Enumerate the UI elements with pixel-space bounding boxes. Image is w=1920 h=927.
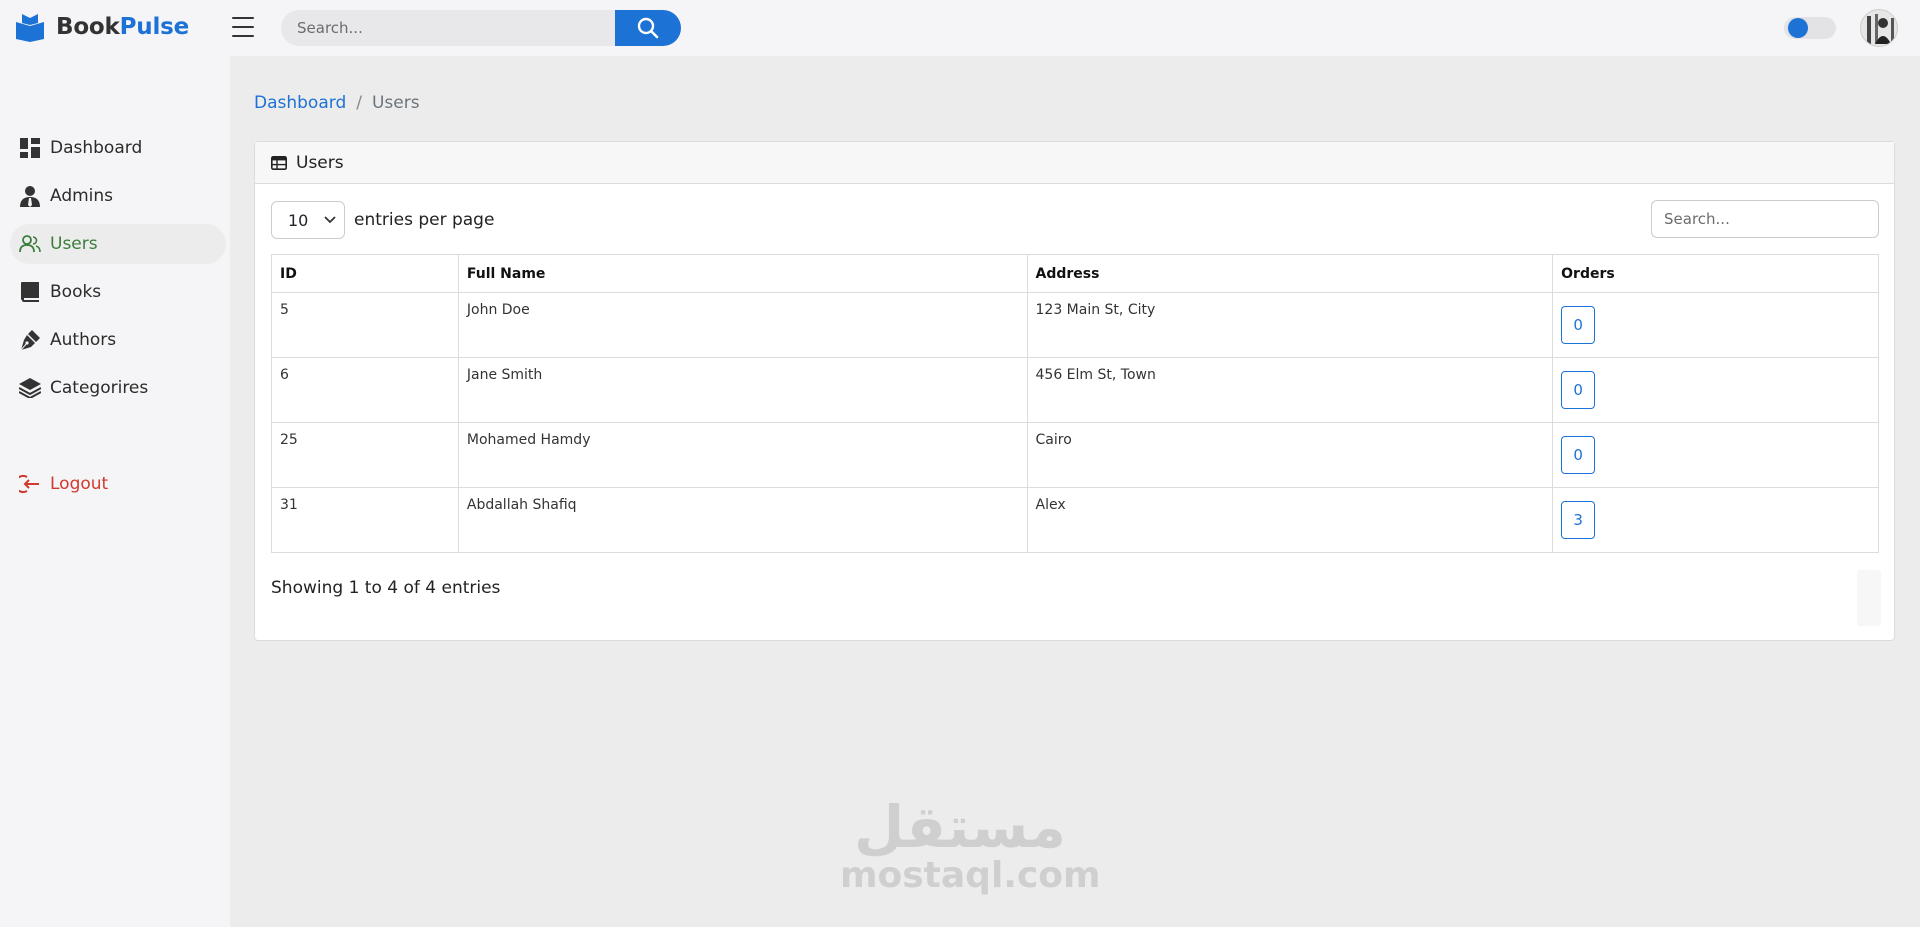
breadcrumb-home-link[interactable]: Dashboard bbox=[254, 93, 346, 113]
cell-full-name: John Doe bbox=[457, 292, 1028, 358]
watermark-arabic: مستقل bbox=[853, 793, 1067, 861]
cell-address: 123 Main St, City bbox=[1026, 292, 1554, 358]
header-search-button[interactable] bbox=[615, 10, 681, 46]
cell-full-name: Mohamed Hamdy bbox=[457, 422, 1028, 488]
cell-orders: 0 bbox=[1552, 422, 1879, 488]
header-search bbox=[281, 10, 681, 46]
users-table: ID Full Name Address Orders 5 John Doe 1… bbox=[271, 254, 1879, 553]
sidebar-item-dashboard[interactable]: Dashboard bbox=[10, 128, 226, 168]
book-icon bbox=[19, 281, 41, 303]
column-header-orders[interactable]: Orders bbox=[1552, 254, 1879, 293]
entries-per-page-select[interactable]: 10 bbox=[271, 201, 345, 239]
sidebar-item-users[interactable]: Users bbox=[10, 224, 226, 264]
menu-toggle-icon[interactable] bbox=[232, 17, 254, 37]
cell-address: 456 Elm St, Town bbox=[1026, 357, 1554, 423]
sidebar-item-label: Authors bbox=[50, 330, 117, 350]
cell-id: 31 bbox=[271, 487, 459, 553]
top-header: BookPulse bbox=[0, 0, 1920, 56]
breadcrumb-separator: / bbox=[356, 93, 362, 113]
sidebar-item-admins[interactable]: Admins bbox=[10, 176, 226, 216]
brand-logo[interactable]: BookPulse bbox=[14, 12, 189, 42]
theme-toggle[interactable] bbox=[1784, 17, 1836, 39]
cell-orders: 3 bbox=[1552, 487, 1879, 553]
users-card: Users 10 entries per page ID Full Name A… bbox=[254, 141, 1895, 641]
brand-name: BookPulse bbox=[56, 14, 190, 40]
table-info: Showing 1 to 4 of 4 entries bbox=[271, 578, 501, 598]
entries-per-page-label: entries per page bbox=[354, 210, 495, 230]
orders-button[interactable]: 0 bbox=[1561, 371, 1596, 409]
orders-button[interactable]: 3 bbox=[1561, 501, 1596, 539]
sidebar-item-categories[interactable]: Categorires bbox=[10, 368, 226, 408]
breadcrumb: Dashboard / Users bbox=[254, 93, 420, 113]
sidebar-item-label: Users bbox=[50, 234, 98, 254]
dashboard-icon bbox=[19, 137, 41, 159]
cell-id: 6 bbox=[271, 357, 459, 423]
header-search-input[interactable] bbox=[281, 10, 615, 46]
users-icon bbox=[19, 233, 41, 255]
search-icon bbox=[637, 17, 659, 39]
pagination[interactable] bbox=[1857, 570, 1881, 626]
sidebar-item-label: Dashboard bbox=[50, 138, 143, 158]
card-header: Users bbox=[255, 142, 1894, 184]
sidebar-item-label: Admins bbox=[50, 186, 114, 206]
watermark-latin: mostaql.com bbox=[840, 855, 1101, 896]
table-row: 25 Mohamed Hamdy Cairo 0 bbox=[271, 422, 1879, 488]
user-tie-icon bbox=[19, 185, 41, 207]
logout-icon bbox=[19, 473, 41, 495]
cell-full-name: Jane Smith bbox=[457, 357, 1028, 423]
orders-button[interactable]: 0 bbox=[1561, 436, 1596, 474]
cell-orders: 0 bbox=[1552, 292, 1879, 358]
column-header-id[interactable]: ID bbox=[271, 254, 459, 293]
sidebar-item-label: Logout bbox=[50, 474, 109, 494]
orders-button[interactable]: 0 bbox=[1561, 306, 1596, 344]
cell-orders: 0 bbox=[1552, 357, 1879, 423]
table-header-row: ID Full Name Address Orders bbox=[271, 254, 1879, 293]
cell-id: 25 bbox=[271, 422, 459, 488]
chevron-down-icon bbox=[324, 216, 336, 224]
table-row: 5 John Doe 123 Main St, City 0 bbox=[271, 292, 1879, 358]
sidebar-item-label: Books bbox=[50, 282, 102, 302]
table-row: 6 Jane Smith 456 Elm St, Town 0 bbox=[271, 357, 1879, 423]
entries-value: 10 bbox=[288, 210, 309, 230]
watermark: مستقل mostaql.com bbox=[840, 793, 1101, 896]
column-header-address[interactable]: Address bbox=[1026, 254, 1554, 293]
cell-address: Alex bbox=[1026, 487, 1554, 553]
sidebar-item-authors[interactable]: Authors bbox=[10, 320, 226, 360]
pen-nib-icon bbox=[19, 329, 41, 351]
layers-icon bbox=[19, 377, 41, 399]
cell-full-name: Abdallah Shafiq bbox=[457, 487, 1028, 553]
sidebar: Dashboard Admins Users Books Authors Cat… bbox=[0, 56, 230, 927]
book-open-icon bbox=[16, 14, 44, 42]
column-header-full-name[interactable]: Full Name bbox=[457, 254, 1028, 293]
sidebar-item-books[interactable]: Books bbox=[10, 272, 226, 312]
sidebar-item-label: Categorires bbox=[50, 378, 149, 398]
table-icon bbox=[271, 155, 287, 170]
card-title: Users bbox=[296, 152, 344, 173]
table-search-input[interactable] bbox=[1651, 200, 1879, 238]
avatar-image bbox=[1861, 10, 1897, 46]
avatar[interactable] bbox=[1860, 9, 1898, 47]
sidebar-item-logout[interactable]: Logout bbox=[10, 464, 226, 504]
breadcrumb-current: Users bbox=[371, 93, 420, 113]
toggle-knob bbox=[1788, 18, 1808, 38]
cell-id: 5 bbox=[271, 292, 459, 358]
table-row: 31 Abdallah Shafiq Alex 3 bbox=[271, 487, 1879, 553]
cell-address: Cairo bbox=[1026, 422, 1554, 488]
